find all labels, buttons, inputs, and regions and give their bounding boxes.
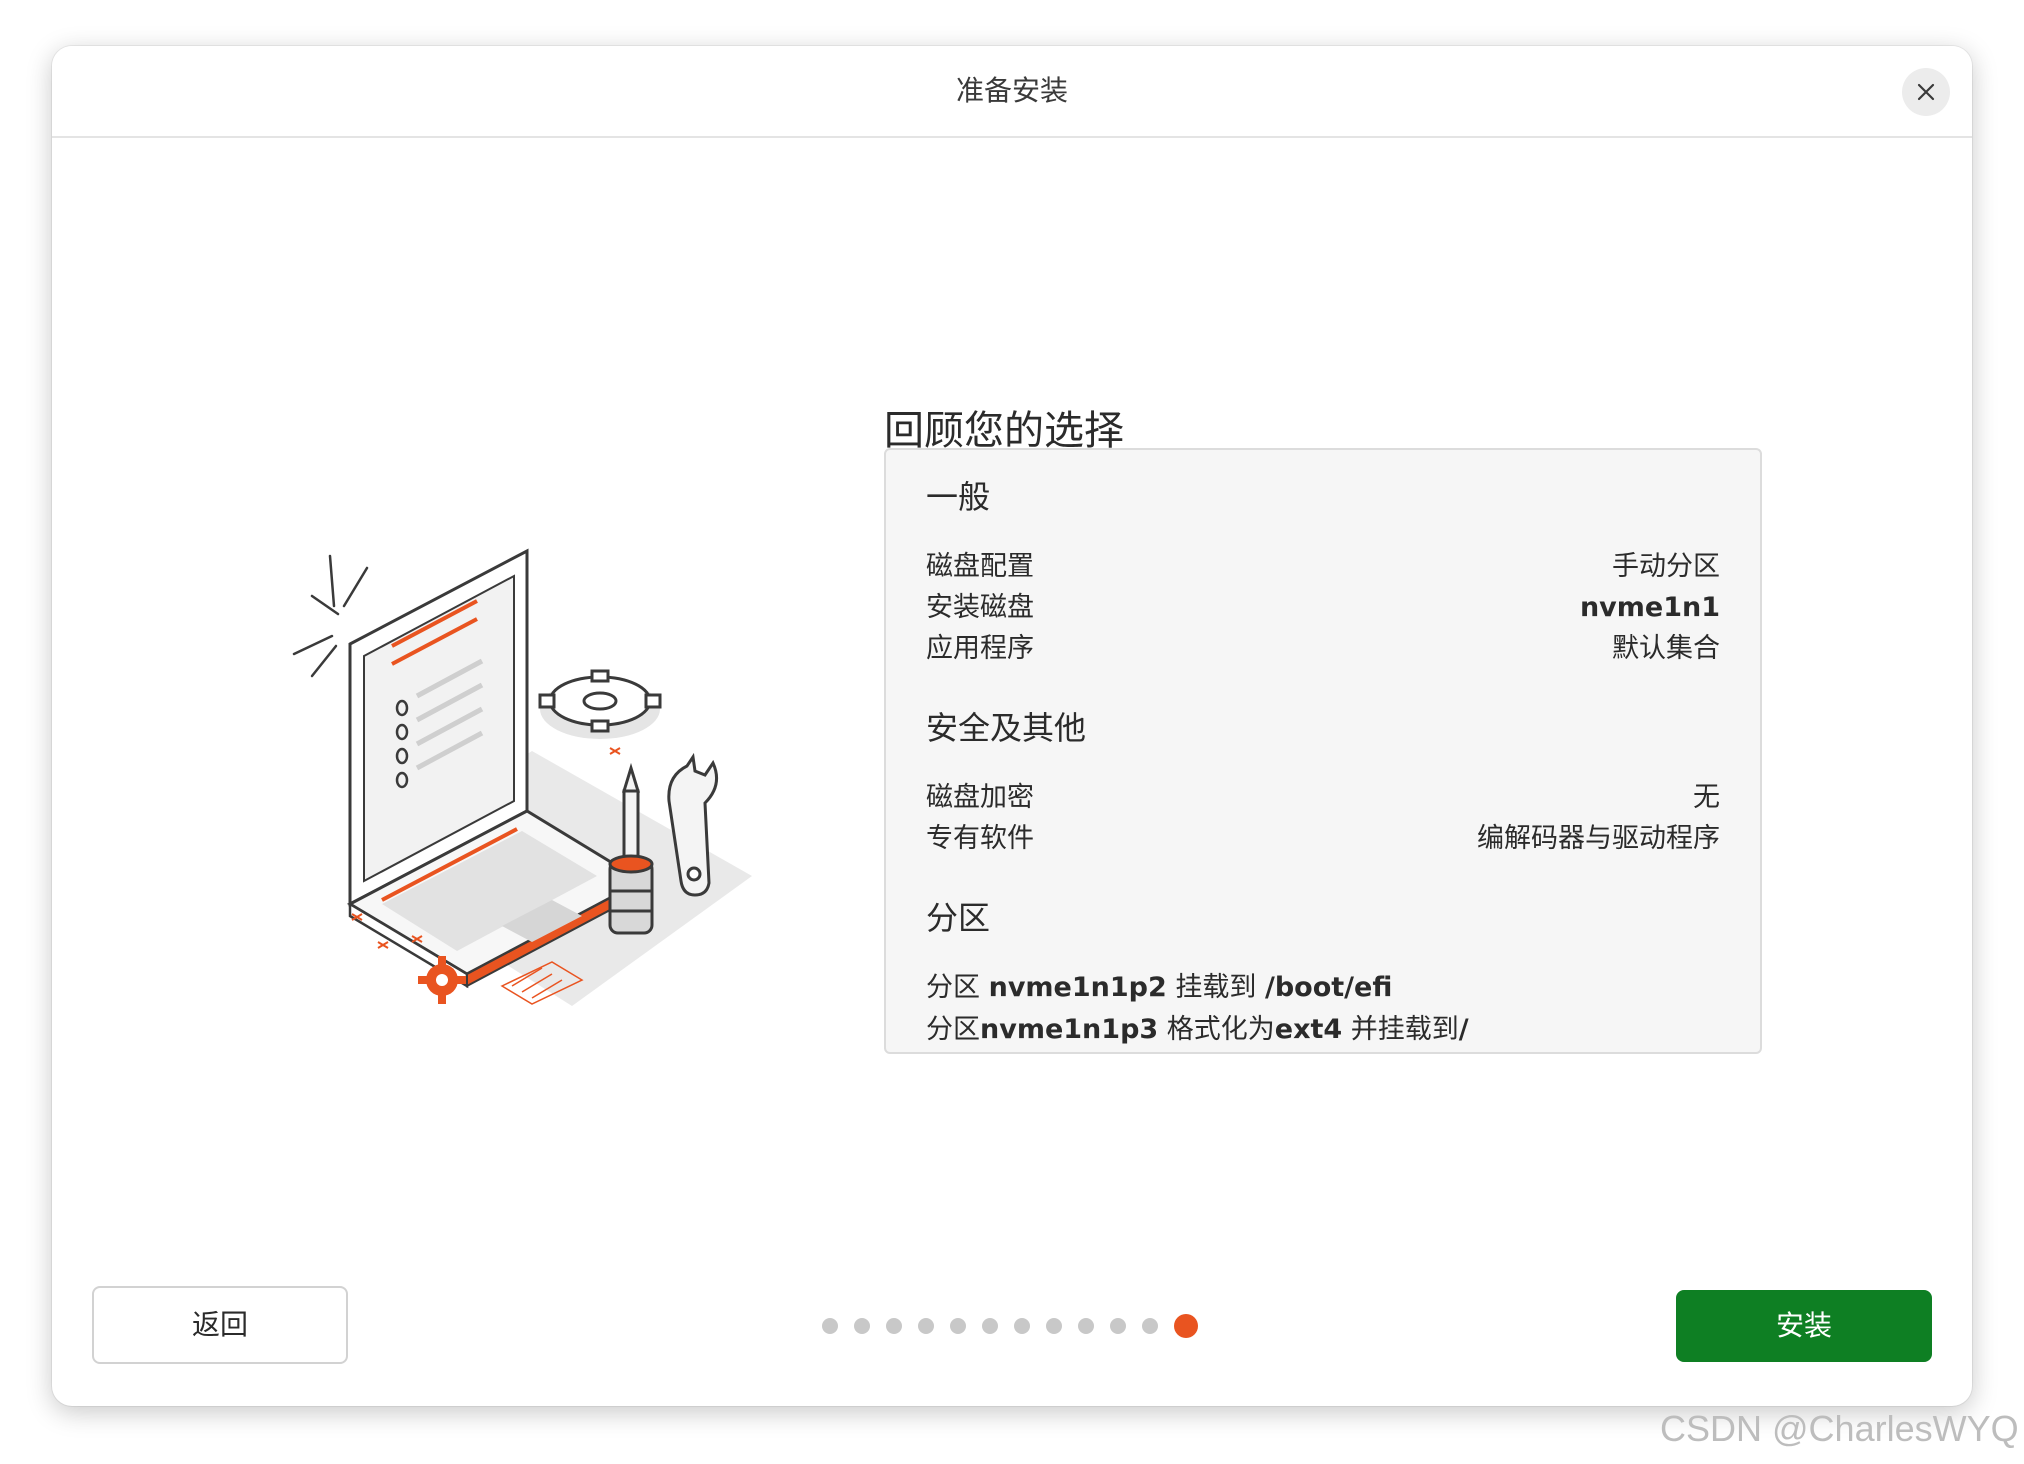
row-value: 手动分区 (1612, 551, 1720, 582)
security-title: 安全及其他 (926, 709, 1087, 747)
summary-row: 磁盘配置 手动分区 (926, 546, 1720, 587)
watermark: CSDN @CharlesWYQ (1660, 1408, 2019, 1449)
partitions-title: 分区 (926, 899, 991, 937)
partition-line: 分区 nvme1n1p2 挂载到 /boot/efi (926, 967, 1720, 1009)
window-title: 准备安装 (955, 74, 1068, 107)
summary-row: 应用程序 默认集合 (926, 628, 1720, 669)
step-dot (854, 1318, 870, 1334)
partition-device: nvme1n1p3 (980, 1014, 1159, 1045)
step-dot (1046, 1318, 1062, 1334)
row-value: 无 (1693, 782, 1720, 813)
title-bar: 准备安装 (52, 46, 1972, 138)
row-label: 安装磁盘 (926, 592, 1034, 623)
installer-window: 准备安装 回顾您的选择 一般 磁盘配置 手动分区 安装磁盘 nvme1n1 应用… (52, 46, 1972, 1406)
row-label: 磁盘加密 (926, 782, 1034, 813)
step-indicator (822, 1312, 1198, 1340)
summary-row: 磁盘加密 无 (926, 777, 1720, 818)
install-button[interactable]: 安装 (1676, 1290, 1932, 1362)
step-dot (1110, 1318, 1126, 1334)
gear-icon (538, 669, 662, 739)
summary-row: 专有软件 编解码器与驱动程序 (926, 818, 1720, 859)
partition-text: 挂载到 (1166, 972, 1265, 1003)
partition-text: 并挂载到 (1342, 1014, 1459, 1045)
summary-row: 安装磁盘 nvme1n1 (926, 587, 1720, 628)
close-button[interactable] (1902, 68, 1950, 116)
summary-panel: 一般 磁盘配置 手动分区 安装磁盘 nvme1n1 应用程序 默认集合 安全及其… (884, 448, 1762, 1054)
step-dot (982, 1318, 998, 1334)
partition-filesystem: ext4 (1274, 1014, 1343, 1045)
security-section: 安全及其他 磁盘加密 无 专有软件 编解码器与驱动程序 (926, 703, 1720, 859)
partitions-section: 分区 分区 nvme1n1p2 挂载到 /boot/efi 分区nvme1n1p… (926, 893, 1720, 1051)
general-title: 一般 (926, 478, 991, 516)
row-label: 应用程序 (926, 633, 1034, 664)
partition-text: 格式化为 (1158, 1014, 1275, 1045)
step-dot-active (1174, 1314, 1198, 1338)
row-label: 专有软件 (926, 823, 1034, 854)
partition-mountpoint: / (1458, 1014, 1469, 1045)
step-dot (950, 1318, 966, 1334)
partition-mountpoint: /boot/efi (1264, 972, 1393, 1003)
row-value: nvme1n1 (1579, 592, 1720, 623)
partition-text: 分区 (926, 1014, 980, 1045)
partition-line: 分区nvme1n1p3 格式化为ext4 并挂载到/ (926, 1009, 1720, 1051)
row-label: 磁盘配置 (926, 551, 1034, 582)
laptop-tools-illustration (292, 548, 752, 1006)
partition-text: 分区 (926, 972, 989, 1003)
row-value: 默认集合 (1612, 633, 1720, 664)
step-dot (918, 1318, 934, 1334)
partition-device: nvme1n1p2 (988, 972, 1167, 1003)
row-value: 编解码器与驱动程序 (1477, 823, 1720, 854)
step-dot (822, 1318, 838, 1334)
general-section: 一般 磁盘配置 手动分区 安装磁盘 nvme1n1 应用程序 默认集合 (926, 472, 1720, 669)
close-icon (1917, 83, 1935, 101)
back-button[interactable]: 返回 (92, 1286, 348, 1364)
step-dot (1014, 1318, 1030, 1334)
step-dot (1142, 1318, 1158, 1334)
step-dot (886, 1318, 902, 1334)
step-dot (1078, 1318, 1094, 1334)
